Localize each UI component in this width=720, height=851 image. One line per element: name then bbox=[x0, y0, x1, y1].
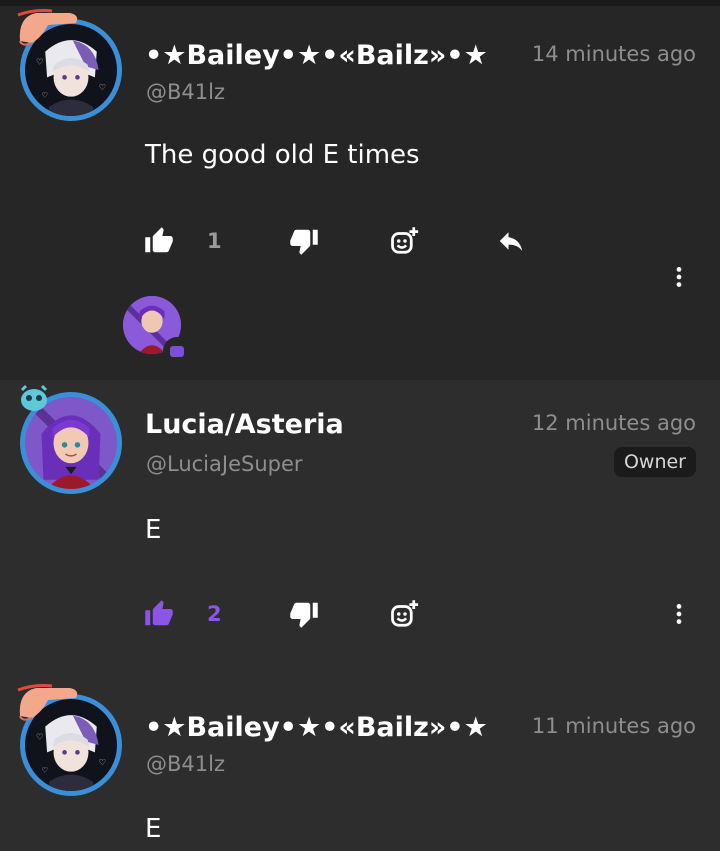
avatar[interactable] bbox=[20, 384, 122, 494]
add-reaction-icon bbox=[391, 600, 419, 627]
svg-text:♡: ♡ bbox=[99, 82, 106, 92]
more-options-button[interactable] bbox=[662, 597, 696, 631]
avatar[interactable]: ♡ ♡ ♡ bbox=[17, 684, 122, 796]
comment-text: The good old E times bbox=[145, 140, 420, 170]
hand-frame-icon bbox=[17, 9, 78, 46]
svg-text:♡: ♡ bbox=[42, 91, 49, 100]
avatar[interactable]: ♡ ♡ ♡ bbox=[17, 9, 122, 121]
svg-text:♡: ♡ bbox=[42, 766, 49, 775]
thumbs-down-icon bbox=[290, 602, 318, 628]
timestamp: 11 minutes ago bbox=[531, 714, 696, 738]
timestamp: 12 minutes ago bbox=[531, 411, 696, 435]
owner-badge: Owner bbox=[613, 447, 696, 477]
reply-button[interactable] bbox=[494, 224, 528, 258]
dislike-button[interactable] bbox=[287, 597, 321, 631]
timestamp: 14 minutes ago bbox=[531, 42, 696, 66]
more-options-button[interactable] bbox=[662, 260, 696, 294]
svg-text:♡: ♡ bbox=[36, 56, 43, 66]
add-reaction-icon bbox=[391, 227, 419, 254]
svg-text:♡: ♡ bbox=[99, 757, 106, 767]
svg-text:♡: ♡ bbox=[36, 731, 43, 741]
username[interactable]: •★Bailey•★•«Bailz»•★ bbox=[145, 712, 488, 743]
thumbs-up-icon bbox=[145, 600, 173, 626]
comment-text: E bbox=[145, 515, 162, 545]
comment-card: ♡ ♡ ♡ •★Bailey•★•«Bailz»•★ 11 minutes ag… bbox=[0, 680, 720, 851]
thumbs-up-icon bbox=[145, 227, 173, 253]
like-button[interactable] bbox=[142, 597, 176, 631]
add-reaction-button[interactable] bbox=[388, 597, 422, 631]
reply-arrow-icon bbox=[499, 232, 523, 251]
more-vertical-icon bbox=[676, 604, 682, 624]
more-vertical-icon bbox=[676, 267, 682, 287]
comment-card: ♡ ♡ ♡ •★Bailey•★•«Bailz»•★ 14 minutes ag… bbox=[0, 6, 720, 380]
username[interactable]: •★Bailey•★•«Bailz»•★ bbox=[145, 40, 488, 71]
creature-frame-icon bbox=[20, 384, 48, 411]
comment-text: E bbox=[145, 814, 162, 844]
user-handle: @B41lz bbox=[146, 752, 225, 776]
like-count: 2 bbox=[207, 602, 222, 626]
thumbs-down-icon bbox=[290, 229, 318, 255]
hand-frame-icon bbox=[17, 684, 78, 721]
username[interactable]: Lucia/Asteria bbox=[145, 409, 344, 440]
add-reaction-button[interactable] bbox=[388, 224, 422, 258]
comment-card: Lucia/Asteria 12 minutes ago @LuciaJeSup… bbox=[0, 380, 720, 680]
user-handle: @LuciaJeSuper bbox=[146, 452, 303, 476]
reply-bubble-icon bbox=[163, 337, 191, 365]
dislike-button[interactable] bbox=[287, 224, 321, 258]
like-button[interactable] bbox=[142, 224, 176, 258]
like-count: 1 bbox=[207, 229, 222, 253]
user-handle: @B41lz bbox=[146, 80, 225, 104]
